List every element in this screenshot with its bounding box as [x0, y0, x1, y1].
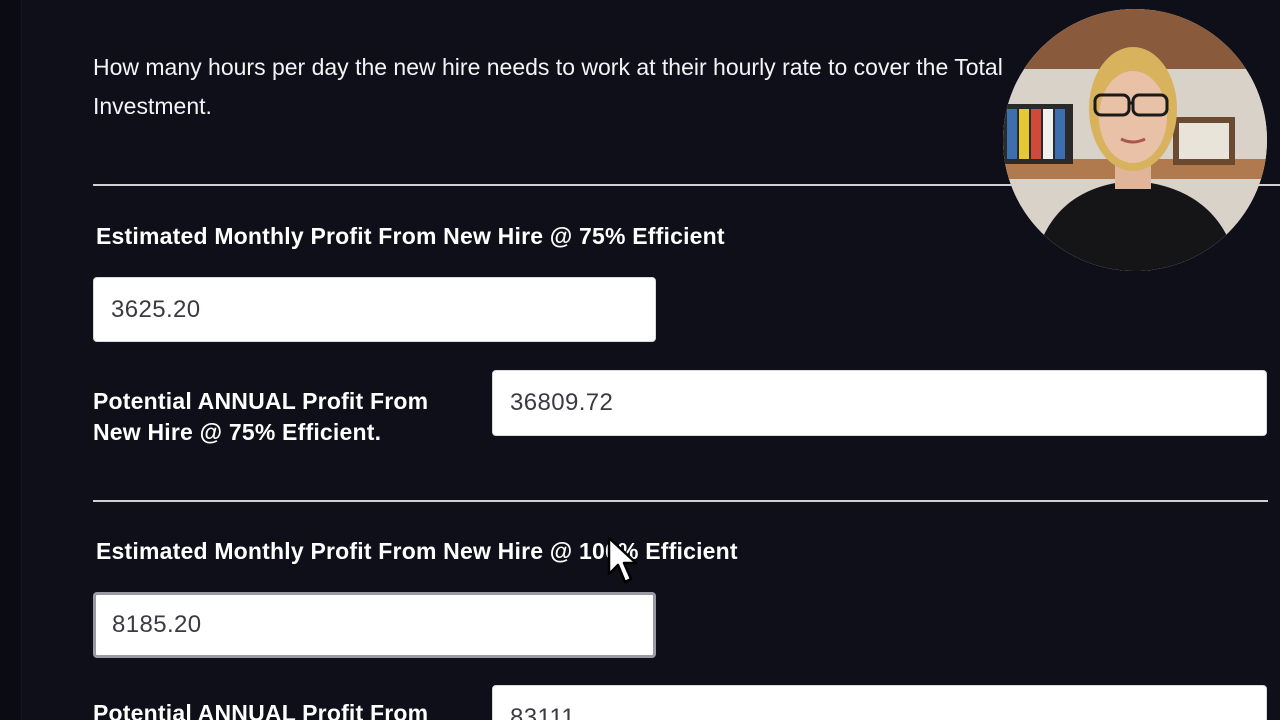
- annual-profit-100-field[interactable]: 83111: [492, 685, 1267, 720]
- monthly-profit-75-label: Estimated Monthly Profit From New Hire @…: [96, 223, 725, 249]
- annual-profit-75-field[interactable]: 36809.72: [492, 370, 1267, 436]
- section-divider: [93, 500, 1268, 502]
- monthly-profit-100-field[interactable]: 8185.20: [93, 592, 656, 658]
- calculator-page: How many hours per day the new hire need…: [0, 0, 1280, 720]
- presenter-webcam-overlay: [1003, 9, 1267, 271]
- annual-profit-75-label: Potential ANNUAL Profit From New Hire @ …: [93, 388, 429, 445]
- left-sidebar-rail: [0, 0, 22, 720]
- presenter-video-frame: [1003, 9, 1267, 271]
- monthly-profit-75-field[interactable]: 3625.20: [93, 277, 656, 342]
- monthly-profit-100-label: Estimated Monthly Profit From New Hire @…: [96, 538, 738, 564]
- mouse-pointer-icon: [607, 536, 638, 584]
- annual-profit-100-label: Potential ANNUAL Profit From: [93, 700, 429, 720]
- hours-description: How many hours per day the new hire need…: [93, 54, 1003, 119]
